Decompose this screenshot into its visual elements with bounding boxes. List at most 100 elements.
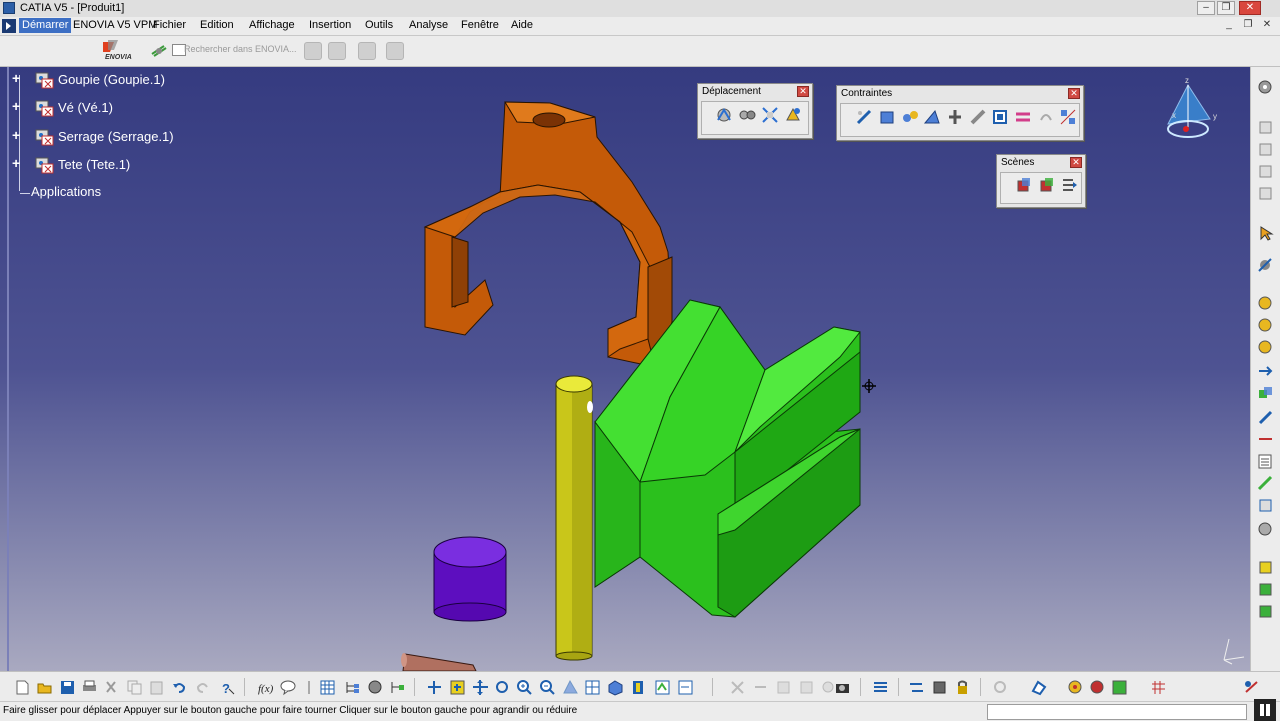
enovia-copy-icon[interactable]: [358, 42, 376, 60]
sectioning-icon[interactable]: [1257, 409, 1274, 426]
undo-icon[interactable]: [171, 679, 188, 696]
iso-view-icon[interactable]: [607, 679, 624, 696]
paste-icon[interactable]: [148, 679, 165, 696]
enovia-search-input[interactable]: Rechercher dans ENOVIA...: [184, 44, 297, 54]
disabled-tool3-icon[interactable]: [775, 679, 792, 696]
quick-constraint-icon[interactable]: [991, 108, 1009, 126]
enovia-connect-icon[interactable]: [150, 42, 168, 60]
tree-icon[interactable]: [344, 679, 361, 696]
disabled-tool-icon[interactable]: [729, 679, 746, 696]
print-icon[interactable]: [81, 679, 98, 696]
doc-close-button[interactable]: ✕: [1260, 18, 1274, 32]
check-icon[interactable]: [1111, 679, 1128, 696]
constraint-gear-icon[interactable]: [1257, 295, 1274, 312]
fix-together-icon[interactable]: [969, 108, 987, 126]
angle-constraint-icon[interactable]: [923, 108, 941, 126]
measure-icon[interactable]: [1257, 475, 1274, 492]
swap-icon[interactable]: [908, 679, 925, 696]
flexible-rigid-icon[interactable]: [1014, 108, 1032, 126]
menu-fichier[interactable]: Fichier: [153, 19, 186, 31]
3d-viewport[interactable]: + Goupie (Goupie.1) + Vé (Vé.1) + Serrag…: [0, 67, 1250, 671]
swap-space-icon[interactable]: [677, 679, 694, 696]
replace-component-icon[interactable]: [1257, 185, 1274, 202]
fix-component-icon[interactable]: [946, 108, 964, 126]
restore-button[interactable]: ❐: [1217, 1, 1235, 15]
snap-icon[interactable]: [738, 106, 756, 124]
graph-tree-icon[interactable]: [1257, 257, 1274, 274]
copy-icon[interactable]: [126, 679, 143, 696]
doc-minimize-button[interactable]: _: [1222, 18, 1236, 32]
manipulation-icon[interactable]: [715, 106, 733, 124]
lock-icon[interactable]: [954, 679, 971, 696]
select-arrow-icon[interactable]: [1257, 225, 1274, 242]
new-file-icon[interactable]: [14, 679, 31, 696]
rotate-icon[interactable]: [494, 679, 511, 696]
parameter-icon[interactable]: [1030, 679, 1047, 696]
scene-apply-icon[interactable]: [1038, 176, 1056, 194]
constraint-gear2-icon[interactable]: [1257, 317, 1274, 334]
tete-part[interactable]: [433, 536, 507, 622]
disabled-tool2-icon[interactable]: [752, 679, 769, 696]
table-icon[interactable]: [319, 679, 336, 696]
menu-insertion[interactable]: Insertion: [309, 19, 351, 31]
fit-all-icon[interactable]: [449, 679, 466, 696]
scene-browser-icon[interactable]: [1060, 176, 1078, 194]
zoom-in-icon[interactable]: [516, 679, 533, 696]
coincidence-constraint-icon[interactable]: [855, 108, 873, 126]
goupie-part[interactable]: [555, 375, 593, 661]
menu-affichage[interactable]: Affichage: [249, 19, 295, 31]
catalog-icon[interactable]: [367, 679, 384, 696]
multi-view-icon[interactable]: [584, 679, 601, 696]
cut-icon[interactable]: [103, 679, 120, 696]
camera-icon[interactable]: [834, 679, 851, 696]
inertia-icon[interactable]: [1257, 521, 1274, 538]
menu-analyse[interactable]: Analyse: [409, 19, 448, 31]
offset-constraint-icon[interactable]: [901, 108, 919, 126]
workbench-icon[interactable]: [1243, 679, 1260, 696]
hide-show-icon[interactable]: [654, 679, 671, 696]
scenes-toolbar[interactable]: Scènes ✕: [996, 154, 1086, 208]
rule-icon[interactable]: [1089, 679, 1106, 696]
contraintes-close-icon[interactable]: ✕: [1068, 88, 1080, 99]
pause-icon[interactable]: [1254, 699, 1276, 721]
measure-item-icon[interactable]: [1257, 497, 1274, 514]
menu-outils[interactable]: Outils: [365, 19, 393, 31]
formula-icon[interactable]: f(x): [257, 679, 274, 696]
serrage-part[interactable]: [423, 101, 673, 369]
explode-icon[interactable]: [761, 106, 779, 124]
publication3-icon[interactable]: [1257, 603, 1274, 620]
catia-menu-logo-icon[interactable]: [2, 19, 16, 33]
fly-mode-icon[interactable]: [426, 679, 443, 696]
bom-icon[interactable]: [1257, 453, 1274, 470]
deplacement-toolbar[interactable]: Déplacement ✕: [697, 83, 813, 139]
change-constraint-icon[interactable]: [1037, 108, 1055, 126]
knowledge-icon[interactable]: [1067, 679, 1084, 696]
close-button[interactable]: ✕: [1239, 1, 1261, 15]
whats-this-icon[interactable]: ?: [219, 679, 236, 696]
assembly-workbench-icon[interactable]: [1257, 79, 1274, 96]
minimize-button[interactable]: ‒: [1197, 1, 1215, 15]
shading-icon[interactable]: [630, 679, 647, 696]
stop-manipulation-icon[interactable]: [784, 106, 802, 124]
menu-enovia[interactable]: ENOVIA V5 VPM: [73, 19, 157, 31]
publication2-icon[interactable]: [1257, 581, 1274, 598]
pan-icon[interactable]: [472, 679, 489, 696]
redo-icon[interactable]: [194, 679, 211, 696]
publication-icon[interactable]: [1257, 559, 1274, 576]
doc-restore-button[interactable]: ❐: [1241, 18, 1255, 32]
disabled-tool4-icon[interactable]: [798, 679, 815, 696]
product-icon[interactable]: [1257, 119, 1274, 136]
menu-fenetre[interactable]: Fenêtre: [461, 19, 499, 31]
component-gear-icon[interactable]: [931, 679, 948, 696]
distance-icon[interactable]: [1257, 431, 1274, 448]
part-icon[interactable]: [1257, 141, 1274, 158]
update-icon[interactable]: [872, 679, 889, 696]
enovia-edit-icon[interactable]: [386, 42, 404, 60]
clash-icon[interactable]: [1257, 385, 1274, 402]
analysis-arrow-icon[interactable]: [1257, 363, 1274, 380]
copper-rod-part[interactable]: [401, 653, 477, 671]
enovia-gear-icon[interactable]: [304, 42, 322, 60]
menu-demarrer[interactable]: Démarrer: [19, 18, 72, 33]
enhanced-scene-icon[interactable]: [1015, 176, 1033, 194]
deplacement-close-icon[interactable]: ✕: [797, 86, 809, 97]
